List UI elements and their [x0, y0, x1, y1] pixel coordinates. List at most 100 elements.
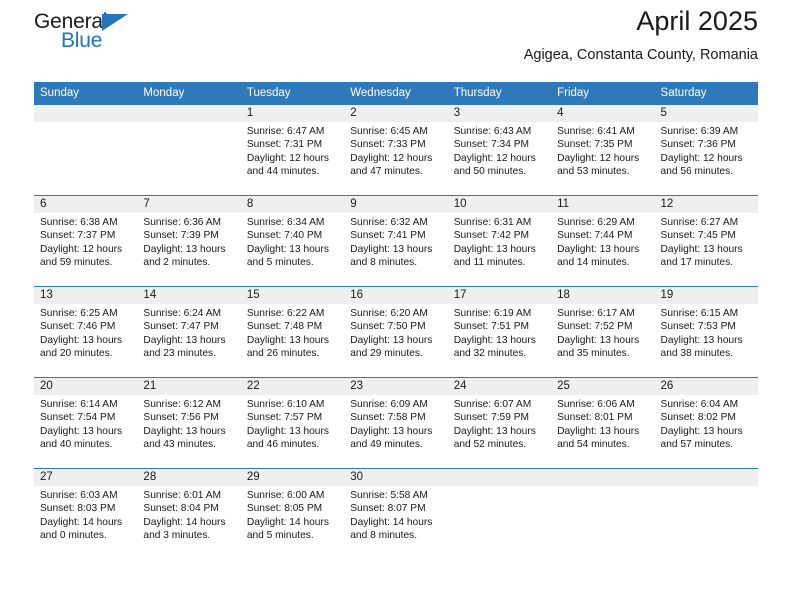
calendar-day-cell[interactable]: 21 Sunrise: 6:12 AM Sunset: 7:56 PM Dayligh…: [137, 377, 241, 469]
sunrise-text: Sunrise: 6:03 AM: [40, 490, 118, 501]
day-details: Sunrise: 6:39 AM Sunset: 7:36 PM Daylight:…: [655, 122, 758, 179]
sunset-text: Sunset: 8:02 PM: [660, 412, 736, 424]
day-number: 18: [551, 287, 655, 304]
daylight-text-line1: Daylight: 12 hours: [453, 152, 536, 164]
sunrise-text: Sunrise: 6:17 AM: [557, 308, 635, 319]
day-details: Sunrise: 6:45 AM Sunset: 7:33 PM Daylight:…: [344, 122, 447, 179]
weekday-header-friday: Friday: [551, 82, 655, 105]
calendar-day-cell[interactable]: 12 Sunrise: 6:27 AM Sunset: 7:45 PM Dayligh…: [654, 195, 758, 287]
sunset-text: Sunset: 7:42 PM: [453, 230, 530, 242]
daylight-text-line2: and 20 minutes.: [40, 348, 113, 360]
calendar-day-cell[interactable]: 6 Sunrise: 6:38 AM Sunset: 7:37 PM Daylight…: [34, 195, 138, 287]
day-cell-inner: 29 Sunrise: 6:00 AM Sunset: 8:05 PM Dayligh…: [240, 469, 345, 559]
calendar-day-cell[interactable]: 1 Sunrise: 6:47 AM Sunset: 7:31 PM Daylight…: [240, 104, 345, 196]
calendar-day-cell[interactable]: 13 Sunrise: 6:25 AM Sunset: 7:46 PM Dayligh…: [34, 286, 138, 378]
day-cell-inner: 19 Sunrise: 6:15 AM Sunset: 7:53 PM Dayligh…: [654, 287, 758, 377]
calendar-week-row: 1 Sunrise: 6:47 AM Sunset: 7:31 PM Daylight…: [34, 104, 758, 196]
sunrise-text: Sunrise: 6:34 AM: [246, 217, 325, 228]
sunrise-text: Sunrise: 6:39 AM: [660, 126, 739, 137]
sunset-text: Sunset: 7:50 PM: [350, 321, 426, 333]
day-number: 11: [551, 196, 655, 213]
calendar-day-cell[interactable]: 14 Sunrise: 6:24 AM Sunset: 7:47 PM Dayligh…: [137, 286, 241, 378]
calendar-day-cell[interactable]: 5 Sunrise: 6:39 AM Sunset: 7:36 PM Daylight…: [654, 104, 758, 196]
calendar-day-cell[interactable]: 3 Sunrise: 6:43 AM Sunset: 7:34 PM Daylight…: [447, 104, 552, 196]
day-details: Sunrise: 6:15 AM Sunset: 7:53 PM Daylight:…: [655, 304, 758, 361]
day-details: Sunrise: 6:38 AM Sunset: 7:37 PM Daylight:…: [34, 213, 137, 270]
day-details: Sunrise: 6:27 AM Sunset: 7:45 PM Daylight:…: [655, 213, 758, 270]
daylight-text-line1: Daylight: 14 hours: [350, 516, 433, 528]
calendar-day-cell[interactable]: 18 Sunrise: 6:17 AM Sunset: 7:52 PM Dayligh…: [551, 286, 655, 378]
calendar-day-cell[interactable]: 29 Sunrise: 6:00 AM Sunset: 8:05 PM Dayligh…: [240, 468, 345, 559]
calendar-day-cell[interactable]: 11 Sunrise: 6:29 AM Sunset: 7:44 PM Dayligh…: [551, 195, 655, 287]
day-details: Sunrise: 6:22 AM Sunset: 7:48 PM Daylight:…: [241, 304, 344, 361]
daylight-text-line1: Daylight: 13 hours: [453, 334, 536, 346]
calendar-day-cell[interactable]: 8 Sunrise: 6:34 AM Sunset: 7:40 PM Daylight…: [240, 195, 345, 287]
sunset-text: Sunset: 7:51 PM: [453, 321, 530, 333]
calendar-day-cell[interactable]: 26 Sunrise: 6:04 AM Sunset: 8:02 PM Dayligh…: [654, 377, 758, 469]
daylight-text-line2: and 8 minutes.: [350, 530, 418, 542]
daylight-text-line2: and 50 minutes.: [453, 166, 527, 178]
calendar-day-cell[interactable]: 22 Sunrise: 6:10 AM Sunset: 7:57 PM Dayligh…: [240, 377, 345, 469]
sunset-text: Sunset: 7:37 PM: [40, 230, 116, 242]
day-cell-inner: 23 Sunrise: 6:09 AM Sunset: 7:58 PM Dayligh…: [344, 378, 448, 468]
sunset-text: Sunset: 7:59 PM: [453, 412, 530, 424]
sunset-text: Sunset: 7:53 PM: [660, 321, 736, 333]
sunset-text: Sunset: 7:46 PM: [40, 321, 116, 333]
day-number: 26: [654, 378, 758, 395]
calendar-day-cell[interactable]: 7 Sunrise: 6:36 AM Sunset: 7:39 PM Daylight…: [137, 195, 241, 287]
sunrise-text: Sunrise: 6:45 AM: [350, 126, 428, 137]
sunrise-text: Sunrise: 6:38 AM: [40, 217, 118, 228]
calendar-day-cell[interactable]: 15 Sunrise: 6:22 AM Sunset: 7:48 PM Dayligh…: [240, 286, 345, 378]
calendar-day-cell[interactable]: 20 Sunrise: 6:14 AM Sunset: 7:54 PM Dayligh…: [34, 377, 138, 469]
sunrise-text: Sunrise: 6:22 AM: [246, 308, 325, 319]
sunset-text: Sunset: 7:47 PM: [143, 321, 219, 333]
daylight-text-line1: Daylight: 13 hours: [453, 243, 536, 255]
daylight-text-line2: and 14 minutes.: [557, 257, 630, 269]
calendar-day-cell[interactable]: 4 Sunrise: 6:41 AM Sunset: 7:35 PM Daylight…: [551, 104, 655, 196]
calendar-day-cell[interactable]: 28 Sunrise: 6:01 AM Sunset: 8:04 PM Dayligh…: [137, 468, 241, 559]
calendar-day-cell[interactable]: 30 Sunrise: 5:58 AM Sunset: 8:07 PM Dayligh…: [344, 468, 448, 559]
daylight-text-line2: and 57 minutes.: [660, 439, 734, 451]
generalblue-logo[interactable]: General Blue: [34, 10, 146, 56]
sunrise-text: Sunrise: 6:20 AM: [350, 308, 428, 319]
day-number: 29: [240, 469, 345, 486]
sunset-text: Sunset: 8:04 PM: [143, 503, 219, 515]
daylight-text-line2: and 0 minutes.: [40, 530, 107, 542]
sunset-text: Sunset: 7:34 PM: [453, 139, 530, 151]
calendar-day-cell[interactable]: 27 Sunrise: 6:03 AM Sunset: 8:03 PM Dayligh…: [34, 468, 138, 559]
calendar-day-cell[interactable]: 9 Sunrise: 6:32 AM Sunset: 7:41 PM Daylight…: [344, 195, 448, 287]
day-cell-inner: 5 Sunrise: 6:39 AM Sunset: 7:36 PM Daylight…: [654, 105, 758, 195]
sunrise-text: Sunrise: 6:09 AM: [350, 399, 428, 410]
page-header: General Blue April 2025 Agigea, Constant…: [34, 0, 758, 82]
calendar-day-cell[interactable]: 24 Sunrise: 6:07 AM Sunset: 7:59 PM Dayligh…: [447, 377, 552, 469]
daylight-text-line2: and 2 minutes.: [143, 257, 211, 269]
weekday-header-row: Sunday Monday Tuesday Wednesday Thursday Frid…: [34, 82, 758, 105]
calendar-day-cell[interactable]: 17 Sunrise: 6:19 AM Sunset: 7:51 PM Dayligh…: [447, 286, 552, 378]
daylight-text-line2: and 56 minutes.: [660, 166, 734, 178]
daylight-text-line2: and 35 minutes.: [557, 348, 630, 360]
day-cell-inner: 1 Sunrise: 6:47 AM Sunset: 7:31 PM Daylight…: [240, 105, 345, 195]
calendar-empty-cell: [34, 104, 138, 196]
calendar-day-cell[interactable]: 16 Sunrise: 6:20 AM Sunset: 7:50 PM Dayligh…: [344, 286, 448, 378]
calendar-day-cell[interactable]: 23 Sunrise: 6:09 AM Sunset: 7:58 PM Dayligh…: [344, 377, 448, 469]
calendar-day-cell[interactable]: 10 Sunrise: 6:31 AM Sunset: 7:42 PM Dayligh…: [447, 195, 552, 287]
sunrise-text: Sunrise: 6:15 AM: [660, 308, 739, 319]
day-number: 4: [551, 105, 655, 122]
day-cell-inner: 26 Sunrise: 6:04 AM Sunset: 8:02 PM Dayligh…: [654, 378, 758, 468]
sunset-text: Sunset: 7:36 PM: [660, 139, 736, 151]
day-details: Sunrise: 6:19 AM Sunset: 7:51 PM Daylight:…: [448, 304, 551, 361]
daylight-text-line1: Daylight: 13 hours: [40, 425, 123, 437]
sunrise-text: Sunrise: 6:36 AM: [143, 217, 222, 228]
day-details: Sunrise: 5:58 AM Sunset: 8:07 PM Daylight:…: [344, 486, 447, 543]
calendar-day-cell[interactable]: 25 Sunrise: 6:06 AM Sunset: 8:01 PM Dayligh…: [551, 377, 655, 469]
calendar-day-cell[interactable]: 19 Sunrise: 6:15 AM Sunset: 7:53 PM Dayligh…: [654, 286, 758, 378]
calendar-day-cell[interactable]: 2 Sunrise: 6:45 AM Sunset: 7:33 PM Daylight…: [344, 104, 448, 196]
day-cell-inner: 12 Sunrise: 6:27 AM Sunset: 7:45 PM Dayligh…: [654, 196, 758, 286]
day-number: 6: [34, 196, 138, 213]
daylight-text-line2: and 47 minutes.: [350, 166, 423, 178]
day-number: 10: [447, 196, 552, 213]
day-cell-inner: 16 Sunrise: 6:20 AM Sunset: 7:50 PM Dayligh…: [344, 287, 448, 377]
day-cell-inner: 20 Sunrise: 6:14 AM Sunset: 7:54 PM Dayligh…: [34, 378, 138, 468]
daylight-text-line2: and 23 minutes.: [143, 348, 216, 360]
day-details: Sunrise: 6:20 AM Sunset: 7:50 PM Daylight:…: [344, 304, 447, 361]
